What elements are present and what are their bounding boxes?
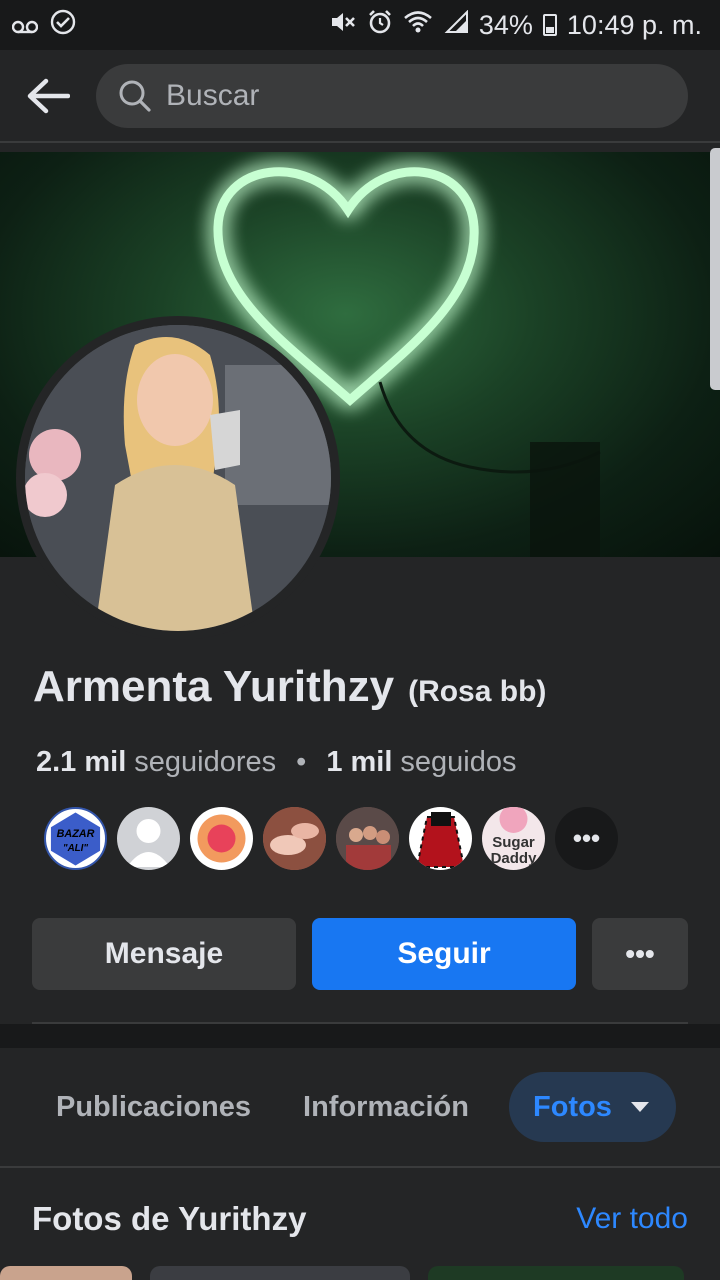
photo-thumbnail[interactable] <box>150 1266 410 1280</box>
section-separator <box>0 1024 720 1048</box>
follower-avatar[interactable] <box>336 807 399 870</box>
alarm-icon <box>367 9 393 42</box>
svg-text:"ALI": "ALI" <box>63 842 88 853</box>
profile-actions: Mensaje Seguir ••• <box>32 918 688 990</box>
follower-avatar[interactable] <box>409 807 472 870</box>
svg-text:Sugar: Sugar <box>492 834 535 851</box>
svg-text:BAZAR: BAZAR <box>57 828 95 840</box>
more-options-button[interactable]: ••• <box>592 918 688 990</box>
follower-avatars: BAZAR "ALI" Sugar Daddy ••• <box>44 807 618 870</box>
more-followers-button[interactable]: ••• <box>555 807 618 870</box>
photos-section-header: Fotos de Yurithzy Ver todo <box>32 1200 688 1238</box>
scrollbar[interactable] <box>710 148 720 390</box>
tab-about[interactable]: Información <box>277 1072 495 1142</box>
follow-stats: 2.1 mil seguidores • 1 mil seguidos <box>36 746 517 779</box>
profile-photo <box>25 325 331 631</box>
mute-icon <box>329 10 357 41</box>
search-box[interactable] <box>96 63 688 128</box>
photos-section-title: Fotos de Yurithzy <box>32 1200 307 1237</box>
search-icon <box>119 80 151 112</box>
follower-avatar[interactable]: Sugar Daddy <box>482 807 545 870</box>
followers-label[interactable]: seguidores <box>134 746 276 779</box>
follow-button[interactable]: Seguir <box>312 918 576 990</box>
see-all-link[interactable]: Ver todo <box>576 1202 688 1236</box>
signal-icon <box>443 9 469 41</box>
back-arrow-icon <box>27 78 70 113</box>
wifi-icon <box>403 10 433 41</box>
profile-tabs: Publicaciones Información Fotos <box>0 1048 720 1168</box>
status-bar: 34% 10:49 p. m. <box>0 0 720 50</box>
photo-thumbnail[interactable] <box>428 1266 684 1280</box>
followers-count[interactable]: 2.1 mil <box>36 746 126 779</box>
profile-name-row: Armenta Yurithzy (Rosa bb) <box>33 662 546 712</box>
profile-name: Armenta Yurithzy <box>33 662 395 711</box>
battery-percent: 34% <box>478 9 533 40</box>
message-button[interactable]: Mensaje <box>32 918 296 990</box>
following-label[interactable]: seguidos <box>400 746 516 779</box>
profile-alternate-name: (Rosa bb) <box>408 675 547 708</box>
separator-dot: • <box>296 746 307 778</box>
battery-icon <box>542 14 557 36</box>
top-bar <box>0 50 720 143</box>
following-count[interactable]: 1 mil <box>326 746 392 779</box>
follower-avatar[interactable] <box>263 807 326 870</box>
status-right: 34% 10:49 p. m. <box>329 9 702 42</box>
profile-avatar[interactable] <box>16 316 340 640</box>
follower-avatar[interactable]: BAZAR "ALI" <box>44 807 107 870</box>
check-circle-icon <box>50 9 76 42</box>
back-button[interactable] <box>0 49 96 142</box>
tab-photos-label: Fotos <box>532 1090 612 1123</box>
photo-thumbnail[interactable] <box>0 1266 132 1280</box>
status-left <box>11 9 76 42</box>
follower-avatar[interactable] <box>117 807 180 870</box>
svg-text:Daddy: Daddy <box>491 850 538 867</box>
voicemail-icon <box>11 10 39 41</box>
clock: 10:49 p. m. <box>566 9 702 40</box>
follower-avatar[interactable] <box>190 807 253 870</box>
more-dots-icon: ••• <box>572 823 601 853</box>
tab-photos[interactable]: Fotos <box>508 1072 676 1142</box>
caret-down-icon <box>630 1102 649 1112</box>
search-input[interactable] <box>166 78 646 113</box>
photo-thumbnails <box>0 1266 720 1280</box>
tab-posts[interactable]: Publicaciones <box>30 1072 277 1142</box>
